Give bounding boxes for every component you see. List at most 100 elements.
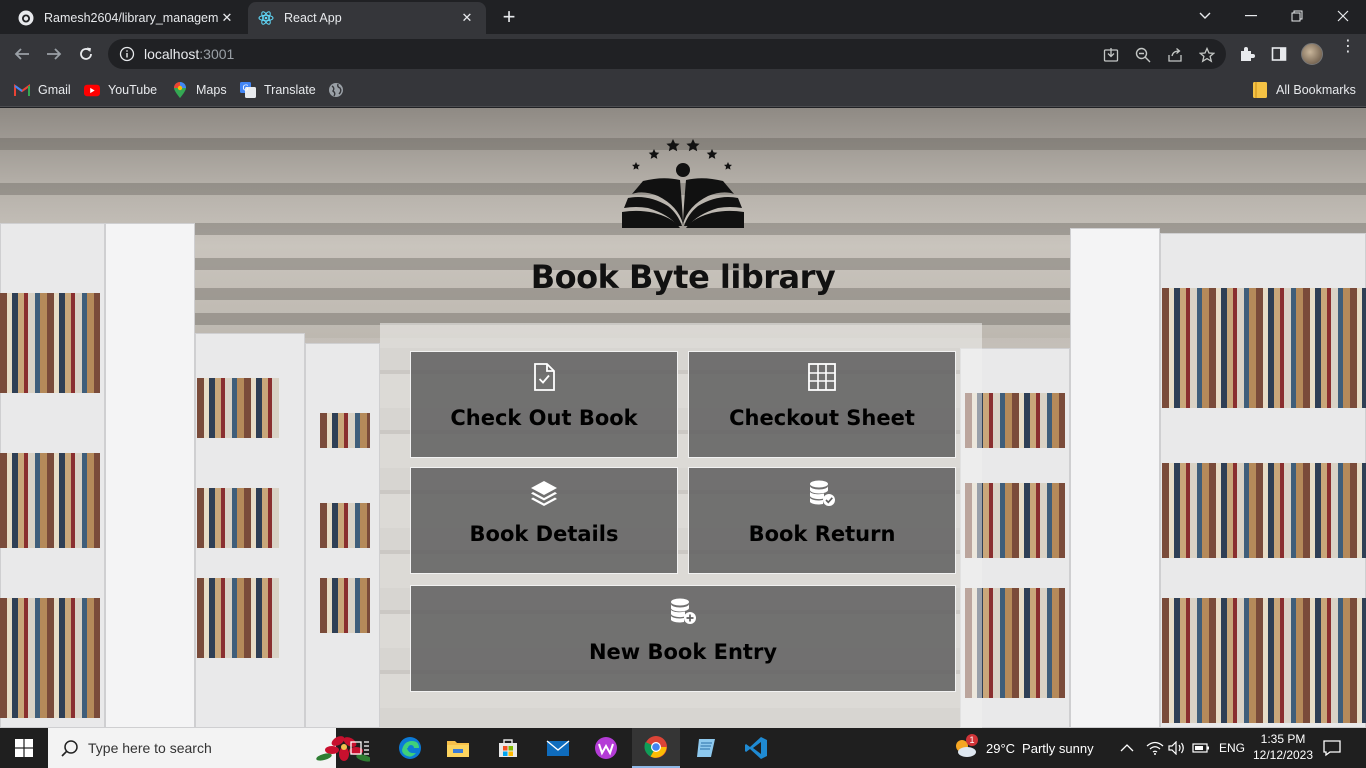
close-icon[interactable]: ✕: [218, 9, 236, 27]
battery-status[interactable]: [1192, 728, 1210, 768]
bookmark-globe[interactable]: [328, 81, 352, 99]
url-text: localhost:3001: [144, 46, 235, 62]
mail-app[interactable]: [534, 728, 582, 768]
bookmark-label: YouTube: [108, 83, 158, 97]
site-info-icon[interactable]: [112, 39, 142, 69]
bookmark-maps[interactable]: Maps: [172, 81, 227, 99]
react-icon: [258, 10, 274, 26]
layers-icon: [529, 478, 559, 508]
maps-icon: [172, 82, 188, 98]
notepad-icon: [697, 739, 715, 757]
back-icon[interactable]: [10, 42, 34, 66]
bookmark-label: Translate: [264, 83, 316, 97]
show-hidden-icons[interactable]: [1120, 728, 1134, 768]
share-icon[interactable]: [1166, 46, 1184, 64]
bookmark-gmail[interactable]: Gmail: [14, 81, 71, 99]
edge-app[interactable]: [386, 728, 434, 768]
close-icon[interactable]: ✕: [458, 9, 476, 27]
search-placeholder: Type here to search: [88, 740, 212, 756]
vscode-icon: [745, 737, 767, 759]
network-status[interactable]: [1146, 728, 1164, 768]
folder-icon: [1252, 82, 1268, 98]
system-clock[interactable]: 1:35 PM 12/12/2023: [1248, 731, 1318, 763]
chrome-app[interactable]: [632, 728, 680, 768]
notepad-app[interactable]: [682, 728, 730, 768]
tab-title: React App: [284, 11, 342, 25]
volume-control[interactable]: [1168, 728, 1186, 768]
file-explorer-app[interactable]: [434, 728, 482, 768]
tab-title: Ramesh2604/library_management: [44, 11, 218, 25]
grid-icon: [807, 362, 837, 392]
weather-widget[interactable]: 1 29°C Partly sunny: [952, 728, 1094, 768]
wps-icon: [595, 737, 617, 759]
side-panel-icon[interactable]: [1270, 45, 1288, 63]
card-label: Checkout Sheet: [729, 406, 915, 430]
taskbar-search-box[interactable]: Type here to search: [48, 728, 370, 768]
github-icon: [18, 10, 34, 26]
extensions-icon[interactable]: [1238, 45, 1256, 63]
weather-badge: 1: [966, 734, 978, 746]
install-app-icon[interactable]: [1102, 46, 1120, 64]
search-icon: [60, 738, 80, 758]
vscode-app[interactable]: [732, 728, 780, 768]
forward-icon[interactable]: [42, 42, 66, 66]
translate-icon: G: [240, 82, 256, 98]
file-explorer-icon: [447, 741, 469, 757]
bookmark-label: Maps: [196, 83, 227, 97]
new-book-entry-card[interactable]: New Book Entry: [410, 585, 956, 692]
new-tab-button[interactable]: +: [496, 6, 522, 28]
windows-logo-icon: [15, 739, 33, 757]
minimize-icon[interactable]: [1228, 0, 1274, 32]
notification-icon: [1323, 740, 1341, 757]
checkout-sheet-card[interactable]: Checkout Sheet: [688, 351, 956, 458]
notification-center[interactable]: [1322, 728, 1342, 768]
menu-icon[interactable]: ⋮: [1340, 39, 1356, 62]
zoom-icon[interactable]: [1134, 46, 1152, 64]
chevron-up-icon: [1120, 744, 1134, 752]
card-label: New Book Entry: [588, 640, 778, 664]
book-return-card[interactable]: Book Return: [688, 467, 956, 574]
weather-icon: 1: [952, 734, 978, 760]
document-check-icon: [529, 362, 559, 392]
tab-react-app[interactable]: React App ✕: [248, 2, 486, 34]
profile-avatar[interactable]: [1301, 43, 1323, 65]
bookmarks-bar: Gmail YouTube Maps G Translate All Bookm…: [0, 74, 1366, 107]
address-bar[interactable]: localhost:3001: [108, 39, 1226, 69]
app-title: Book Byte library: [530, 258, 836, 296]
windows-start-button[interactable]: [0, 728, 48, 768]
card-label: Book Return: [748, 522, 896, 546]
tab-github[interactable]: Ramesh2604/library_management ✕: [8, 2, 246, 34]
task-view-icon: [350, 741, 369, 755]
browser-toolbar: localhost:3001 ⋮: [0, 34, 1366, 74]
bookmark-youtube[interactable]: YouTube: [84, 81, 157, 99]
database-add-icon: [668, 596, 698, 626]
speaker-icon: [1168, 741, 1184, 755]
book-details-card[interactable]: Book Details: [410, 467, 678, 574]
menu-panel: Check Out Book Checkout Sheet Book Detai…: [380, 323, 982, 728]
database-check-icon: [807, 478, 837, 508]
weather-condition: Partly sunny: [1022, 740, 1094, 756]
battery-icon: [1192, 743, 1209, 753]
window-close-icon[interactable]: [1320, 0, 1366, 32]
store-app[interactable]: [484, 728, 532, 768]
wps-app[interactable]: [582, 728, 630, 768]
mail-icon: [546, 740, 570, 756]
all-bookmarks-label: All Bookmarks: [1276, 83, 1356, 97]
edge-icon: [399, 737, 421, 759]
check-out-book-card[interactable]: Check Out Book: [410, 351, 678, 458]
bookmark-translate[interactable]: G Translate: [240, 81, 316, 99]
all-bookmarks[interactable]: All Bookmarks: [1252, 81, 1356, 99]
clock-time: 1:35 PM: [1260, 732, 1306, 746]
youtube-icon: [84, 82, 100, 98]
card-label: Check Out Book: [450, 406, 638, 430]
gmail-icon: [14, 82, 30, 98]
task-view-button[interactable]: [336, 728, 384, 768]
card-label: Book Details: [469, 522, 619, 546]
input-language[interactable]: ENG: [1219, 728, 1245, 768]
language-label: ENG: [1219, 741, 1246, 755]
bookmark-star-icon[interactable]: [1198, 46, 1216, 64]
restore-icon[interactable]: [1274, 0, 1320, 32]
tab-search-icon[interactable]: [1182, 0, 1228, 32]
library-logo: [622, 139, 744, 228]
reload-icon[interactable]: [74, 42, 98, 66]
